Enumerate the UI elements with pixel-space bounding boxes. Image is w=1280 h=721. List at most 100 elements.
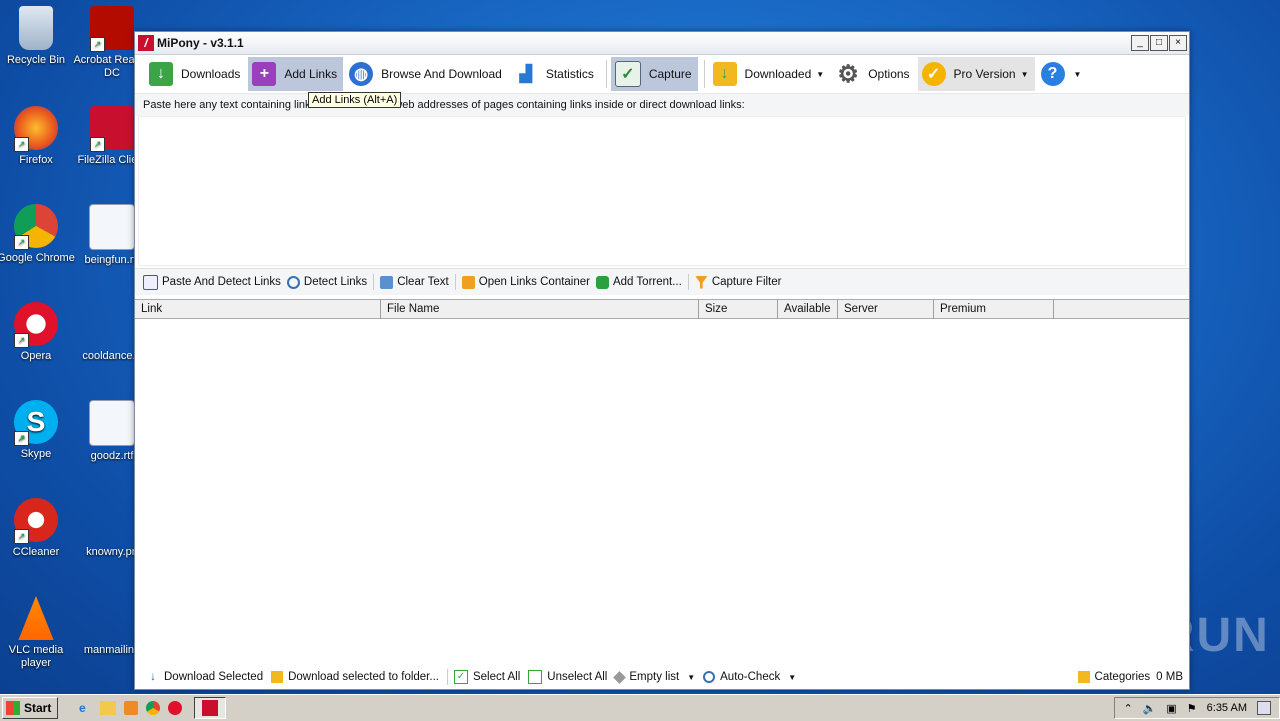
capture-button[interactable]: ✓ Capture bbox=[610, 57, 698, 91]
firefox-icon: ↗ bbox=[14, 106, 58, 152]
capture-filter-button[interactable]: Capture Filter bbox=[694, 275, 781, 289]
folder-download-icon bbox=[271, 671, 284, 683]
checkbox-checked-icon: ✓ bbox=[453, 670, 468, 684]
paste-and-detect-label: Paste And Detect Links bbox=[162, 276, 281, 288]
opera-icon[interactable] bbox=[168, 701, 183, 715]
desktop-icon-vlc[interactable]: VLC media player bbox=[0, 596, 76, 670]
desktop-icon-label: CCleaner bbox=[12, 546, 60, 558]
desktop-icon-label: VLC media player bbox=[8, 644, 64, 669]
browse-and-download-button[interactable]: ◍ Browse And Download bbox=[345, 57, 508, 91]
mipony-window: / MiPony - v3.1.1 _ □ × ↓ Downloads + Ad… bbox=[134, 31, 1190, 690]
auto-check-button[interactable]: Auto-Check ▼ bbox=[703, 671, 796, 683]
statistics-label: Statistics bbox=[545, 67, 594, 81]
empty-list-label: Empty list bbox=[629, 671, 680, 683]
desktop-icon-label: Recycle Bin bbox=[6, 54, 66, 66]
chevron-down-icon: ▼ bbox=[816, 69, 825, 79]
desktop-icon-ccleaner[interactable]: ↗ CCleaner bbox=[0, 498, 76, 559]
select-all-button[interactable]: ✓ Select All bbox=[453, 670, 520, 684]
detect-links-button[interactable]: Detect Links bbox=[286, 275, 368, 289]
word-document-icon bbox=[89, 400, 135, 446]
downloaded-button[interactable]: ↓ Downloaded ▼ bbox=[709, 57, 831, 91]
links-table-body[interactable] bbox=[135, 319, 1189, 667]
checkbox-empty-icon bbox=[528, 670, 543, 684]
speaker-icon[interactable]: 🔈 bbox=[1143, 702, 1157, 715]
help-button[interactable]: ? ▼ bbox=[1037, 57, 1088, 91]
links-table-header: Link File Name Size Available Server Pre… bbox=[135, 299, 1189, 319]
toolbar-separator bbox=[605, 60, 607, 88]
separator bbox=[687, 274, 689, 290]
folder-icon bbox=[1077, 671, 1090, 683]
bottom-toolbar: ↓ Download Selected Download selected to… bbox=[135, 665, 1189, 689]
opera-icon: ↗ bbox=[14, 302, 58, 348]
download-selected-button[interactable]: ↓ Download Selected bbox=[147, 671, 263, 683]
network-icon[interactable]: ▣ bbox=[1166, 702, 1176, 715]
empty-list-button[interactable]: Empty list ▼ bbox=[613, 670, 695, 684]
column-header-link[interactable]: Link bbox=[135, 300, 381, 318]
clear-text-label: Clear Text bbox=[397, 276, 449, 288]
statistics-icon: ▟ bbox=[519, 66, 532, 83]
unselect-all-button[interactable]: Unselect All bbox=[528, 670, 607, 684]
separator bbox=[454, 274, 456, 290]
categories-button[interactable]: Categories bbox=[1077, 671, 1151, 683]
options-label: Options bbox=[868, 67, 910, 81]
statistics-button[interactable]: ▟ Statistics bbox=[510, 57, 600, 91]
recycle-bin-icon bbox=[19, 6, 53, 50]
column-header-available[interactable]: Available bbox=[778, 300, 838, 318]
tray-expand-icon[interactable]: ⌃ bbox=[1123, 702, 1132, 715]
links-text-area[interactable] bbox=[138, 116, 1186, 266]
internet-explorer-icon[interactable]: e bbox=[72, 699, 92, 717]
magnifier-icon bbox=[286, 275, 300, 289]
detect-links-label: Detect Links bbox=[303, 276, 368, 288]
minimize-button[interactable]: _ bbox=[1131, 35, 1149, 51]
chrome-icon[interactable] bbox=[146, 701, 161, 715]
column-header-server[interactable]: Server bbox=[838, 300, 934, 318]
categories-label: Categories bbox=[1094, 671, 1151, 683]
column-header-file-name[interactable]: File Name bbox=[381, 300, 699, 318]
mipony-logo-icon: / bbox=[138, 35, 154, 51]
clock[interactable]: 6:35 AM bbox=[1207, 702, 1247, 714]
browse-label: Browse And Download bbox=[381, 67, 502, 81]
start-label: Start bbox=[24, 701, 52, 715]
media-player-icon[interactable] bbox=[124, 701, 139, 715]
pro-version-button[interactable]: ✓ Pro Version ▼ bbox=[917, 57, 1035, 91]
column-header-premium[interactable]: Premium bbox=[934, 300, 1054, 318]
add-torrent-button[interactable]: Add Torrent... bbox=[595, 275, 682, 289]
main-toolbar: ↓ Downloads + Add Links ◍ Browse And Dow… bbox=[135, 55, 1189, 94]
show-desktop-icon[interactable] bbox=[1257, 701, 1271, 715]
start-button[interactable]: Start bbox=[2, 697, 59, 719]
torrent-icon bbox=[595, 275, 609, 289]
desktop-icon-recycle-bin[interactable]: Recycle Bin bbox=[0, 6, 76, 67]
gear-icon: ⚙ bbox=[837, 60, 859, 88]
desktop-icon-firefox[interactable]: ↗ Firefox bbox=[0, 106, 76, 167]
capture-clipboard-icon: ✓ bbox=[614, 61, 641, 87]
clear-text-button[interactable]: Clear Text bbox=[380, 275, 449, 289]
filezilla-icon: ↗ bbox=[90, 106, 134, 152]
add-torrent-label: Add Torrent... bbox=[612, 276, 682, 288]
separator bbox=[446, 669, 448, 685]
chevron-down-icon: ▼ bbox=[1020, 69, 1029, 79]
folder-icon[interactable] bbox=[100, 701, 117, 715]
add-links-button[interactable]: + Add Links bbox=[248, 57, 344, 91]
desktop-icon-chrome[interactable]: ↗ Google Chrome bbox=[0, 204, 76, 265]
action-center-flag-icon[interactable]: ⚑ bbox=[1187, 702, 1197, 715]
options-button[interactable]: ⚙ Options bbox=[832, 57, 915, 91]
download-to-folder-label: Download selected to folder... bbox=[288, 671, 439, 683]
open-links-container-button[interactable]: Open Links Container bbox=[461, 275, 590, 289]
medal-icon: ✓ bbox=[921, 62, 946, 86]
clipboard-icon bbox=[143, 274, 158, 290]
column-header-size[interactable]: Size bbox=[699, 300, 778, 318]
download-selected-label: Download Selected bbox=[164, 671, 264, 683]
downloads-button[interactable]: ↓ Downloads bbox=[145, 57, 246, 91]
paste-and-detect-button[interactable]: Paste And Detect Links bbox=[143, 274, 281, 290]
downloads-icon: ↓ bbox=[149, 62, 173, 86]
desktop-icon-skype[interactable]: S ↗ Skype bbox=[0, 400, 76, 461]
auto-check-label: Auto-Check bbox=[720, 671, 781, 683]
desktop-icon-opera[interactable]: ↗ Opera bbox=[0, 302, 76, 363]
close-button[interactable]: × bbox=[1169, 35, 1187, 51]
download-to-folder-button[interactable]: Download selected to folder... bbox=[271, 671, 439, 683]
title-bar[interactable]: / MiPony - v3.1.1 _ □ × bbox=[135, 32, 1189, 55]
mipony-taskbar-button[interactable] bbox=[194, 697, 227, 719]
eraser-icon bbox=[380, 275, 394, 289]
maximize-button[interactable]: □ bbox=[1150, 35, 1168, 51]
system-tray: ⌃ 🔈 ▣ ⚑ 6:35 AM bbox=[1114, 697, 1280, 719]
